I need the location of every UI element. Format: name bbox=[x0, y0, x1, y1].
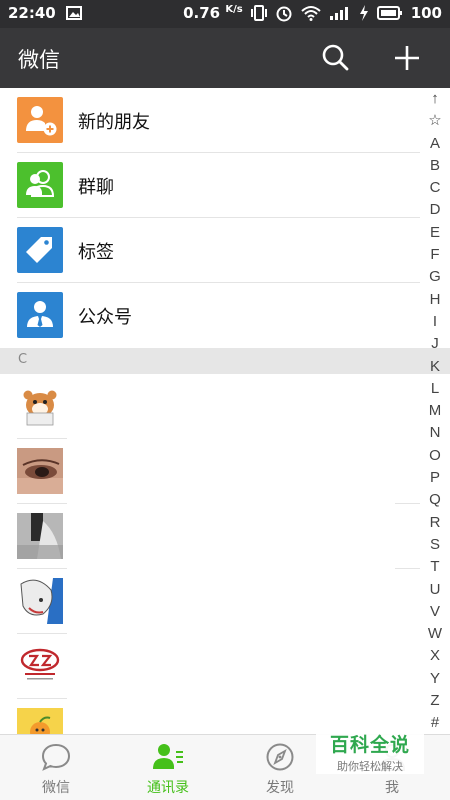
index-letter[interactable]: T bbox=[424, 556, 446, 578]
index-letter[interactable]: A bbox=[424, 133, 446, 155]
contact-row[interactable] bbox=[0, 374, 420, 439]
alarm-icon bbox=[276, 6, 292, 22]
index-letter[interactable]: ↑ bbox=[424, 88, 446, 110]
index-letter[interactable]: # bbox=[424, 712, 446, 734]
search-icon[interactable] bbox=[320, 42, 352, 74]
avatar bbox=[17, 383, 63, 429]
vibrate-icon bbox=[250, 5, 267, 21]
contact-row[interactable] bbox=[0, 569, 420, 634]
tab-label: 微信 bbox=[42, 780, 70, 796]
group-chat-icon bbox=[17, 162, 63, 208]
tab-contacts[interactable]: 通讯录 bbox=[112, 735, 224, 800]
charging-icon bbox=[359, 5, 368, 21]
index-letter[interactable]: U bbox=[424, 579, 446, 601]
index-letter[interactable]: V bbox=[424, 601, 446, 623]
new-friend-icon bbox=[17, 97, 63, 143]
menu-item-tags[interactable]: 标签 bbox=[0, 218, 420, 283]
index-letter[interactable]: I bbox=[424, 311, 446, 333]
network-speed: 0.76 K/s bbox=[183, 4, 243, 22]
tab-label: 发现 bbox=[266, 780, 294, 796]
tab-chats[interactable]: 微信 bbox=[0, 735, 112, 800]
index-letter[interactable]: N bbox=[424, 422, 446, 444]
index-letter[interactable]: F bbox=[424, 244, 446, 266]
index-letter[interactable]: O bbox=[424, 445, 446, 467]
contacts-menu: 新的朋友 群聊 标签 公众号 bbox=[0, 88, 420, 348]
index-letter[interactable]: P bbox=[424, 467, 446, 489]
battery-icon bbox=[376, 6, 402, 20]
image-notification-icon bbox=[65, 6, 82, 20]
contacts-icon bbox=[153, 744, 183, 769]
section-header: C bbox=[0, 348, 450, 374]
wifi-icon bbox=[301, 6, 321, 21]
index-letter[interactable]: E bbox=[424, 222, 446, 244]
index-letter[interactable]: G bbox=[424, 266, 446, 288]
alphabet-index: ↑ ☆ A B C D E F G H I J K L M N O P Q R S T U V W X Y Z # bbox=[424, 88, 446, 734]
status-time: 22:40 bbox=[8, 4, 56, 22]
chat-icon bbox=[41, 743, 71, 771]
menu-item-group-chats[interactable]: 群聊 bbox=[0, 153, 420, 218]
index-letter[interactable]: K bbox=[424, 356, 446, 378]
index-letter[interactable]: J bbox=[424, 333, 446, 355]
contact-list bbox=[0, 374, 420, 764]
index-letter[interactable]: C bbox=[424, 177, 446, 199]
avatar bbox=[17, 513, 63, 559]
app-header: 微信 bbox=[0, 28, 450, 88]
status-bar: 22:40 0.76 K/s 100 bbox=[0, 0, 450, 28]
avatar bbox=[17, 578, 63, 624]
index-letter[interactable]: L bbox=[424, 378, 446, 400]
index-letter[interactable]: W bbox=[424, 623, 446, 645]
watermark-subtitle: 助你轻松解决 bbox=[337, 760, 403, 773]
official-account-icon bbox=[17, 292, 63, 338]
tab-label: 通讯录 bbox=[147, 780, 189, 796]
menu-label: 群聊 bbox=[78, 177, 114, 198]
menu-item-official-accounts[interactable]: 公众号 bbox=[0, 283, 420, 348]
index-letter[interactable]: B bbox=[424, 155, 446, 177]
avatar bbox=[17, 448, 63, 494]
index-letter[interactable]: Y bbox=[424, 668, 446, 690]
index-letter[interactable]: M bbox=[424, 400, 446, 422]
index-letter[interactable]: Q bbox=[424, 489, 446, 511]
menu-label: 新的朋友 bbox=[78, 112, 150, 133]
index-letter[interactable]: D bbox=[424, 199, 446, 221]
tab-label: 我 bbox=[385, 780, 399, 796]
add-icon[interactable] bbox=[391, 42, 423, 74]
index-letter[interactable]: R bbox=[424, 512, 446, 534]
watermark-logo: 百科全说 助你轻松解决 bbox=[316, 726, 424, 774]
avatar bbox=[17, 643, 63, 689]
contact-row[interactable] bbox=[0, 634, 420, 699]
page-title: 微信 bbox=[18, 48, 60, 72]
contact-row[interactable] bbox=[0, 504, 420, 569]
battery-level: 100 bbox=[410, 4, 442, 22]
watermark-title: 百科全说 bbox=[329, 734, 410, 756]
index-letter[interactable]: X bbox=[424, 645, 446, 667]
menu-label: 公众号 bbox=[78, 307, 132, 328]
menu-item-new-friends[interactable]: 新的朋友 bbox=[0, 88, 420, 153]
index-letter[interactable]: S bbox=[424, 534, 446, 556]
menu-label: 标签 bbox=[78, 242, 114, 263]
contact-row[interactable] bbox=[0, 439, 420, 504]
section-letter: C bbox=[18, 352, 28, 367]
index-letter[interactable]: Z bbox=[424, 690, 446, 712]
discover-icon bbox=[266, 743, 294, 771]
index-letter[interactable]: ☆ bbox=[424, 110, 446, 132]
index-letter[interactable]: H bbox=[424, 289, 446, 311]
tag-icon bbox=[17, 227, 63, 273]
signal-icon bbox=[329, 7, 348, 20]
